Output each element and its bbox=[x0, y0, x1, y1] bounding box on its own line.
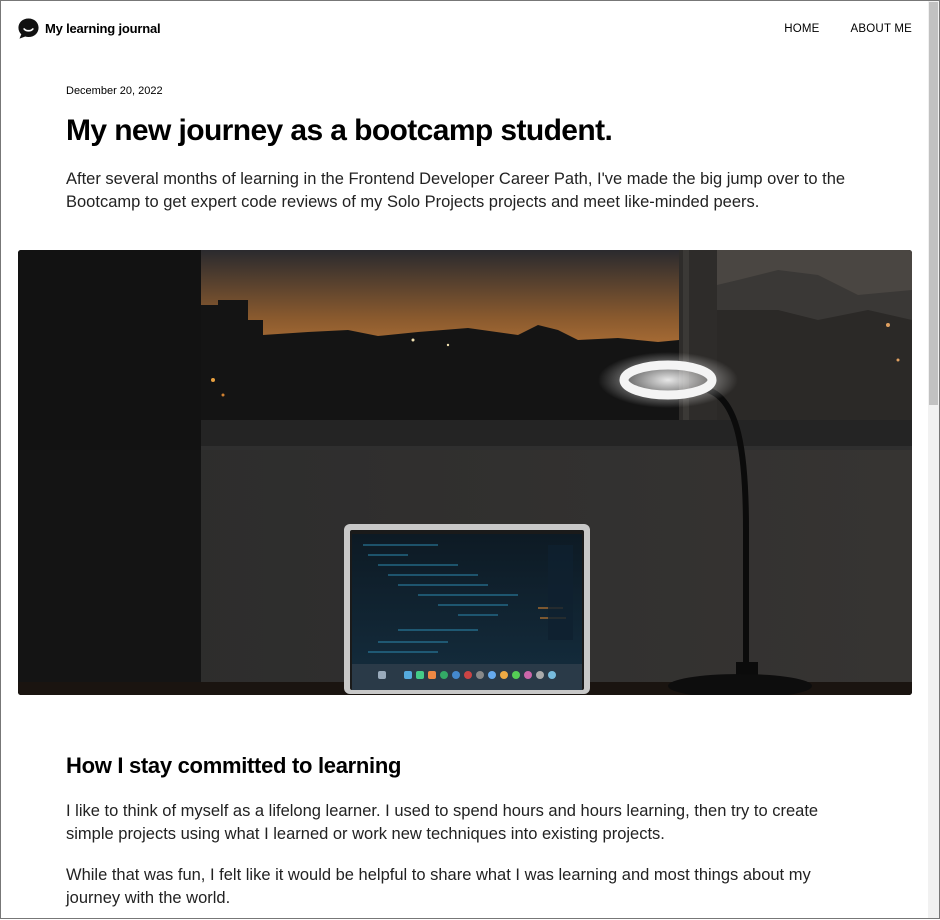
scrollbar-thumb[interactable] bbox=[929, 2, 938, 405]
content-paragraph-1: I like to think of myself as a lifelong … bbox=[66, 802, 819, 843]
site-header: My learning journal HOME ABOUT ME bbox=[17, 17, 912, 45]
main-nav: HOME ABOUT ME bbox=[753, 23, 912, 35]
site-logo[interactable]: My learning journal bbox=[17, 17, 161, 40]
post-date: December 20, 2022 bbox=[66, 85, 163, 97]
page: My learning journal HOME ABOUT ME Decemb… bbox=[1, 1, 928, 920]
post-intro: After several months of learning in the … bbox=[66, 170, 846, 211]
vertical-scrollbar[interactable] bbox=[928, 1, 939, 918]
nav-about-me-link[interactable]: ABOUT ME bbox=[851, 23, 912, 35]
laptop-desk-lamp-sunset-photo bbox=[18, 250, 912, 695]
content-paragraph-2: While that was fun, I felt like it would… bbox=[66, 866, 811, 907]
site-title: My learning journal bbox=[45, 21, 161, 36]
post-title: My new journey as a bootcamp student. bbox=[66, 114, 613, 147]
hero-image bbox=[18, 250, 912, 695]
section-title: How I stay committed to learning bbox=[66, 753, 402, 778]
nav-home-link[interactable]: HOME bbox=[784, 23, 819, 35]
speech-bubble-logo-icon bbox=[18, 18, 39, 39]
